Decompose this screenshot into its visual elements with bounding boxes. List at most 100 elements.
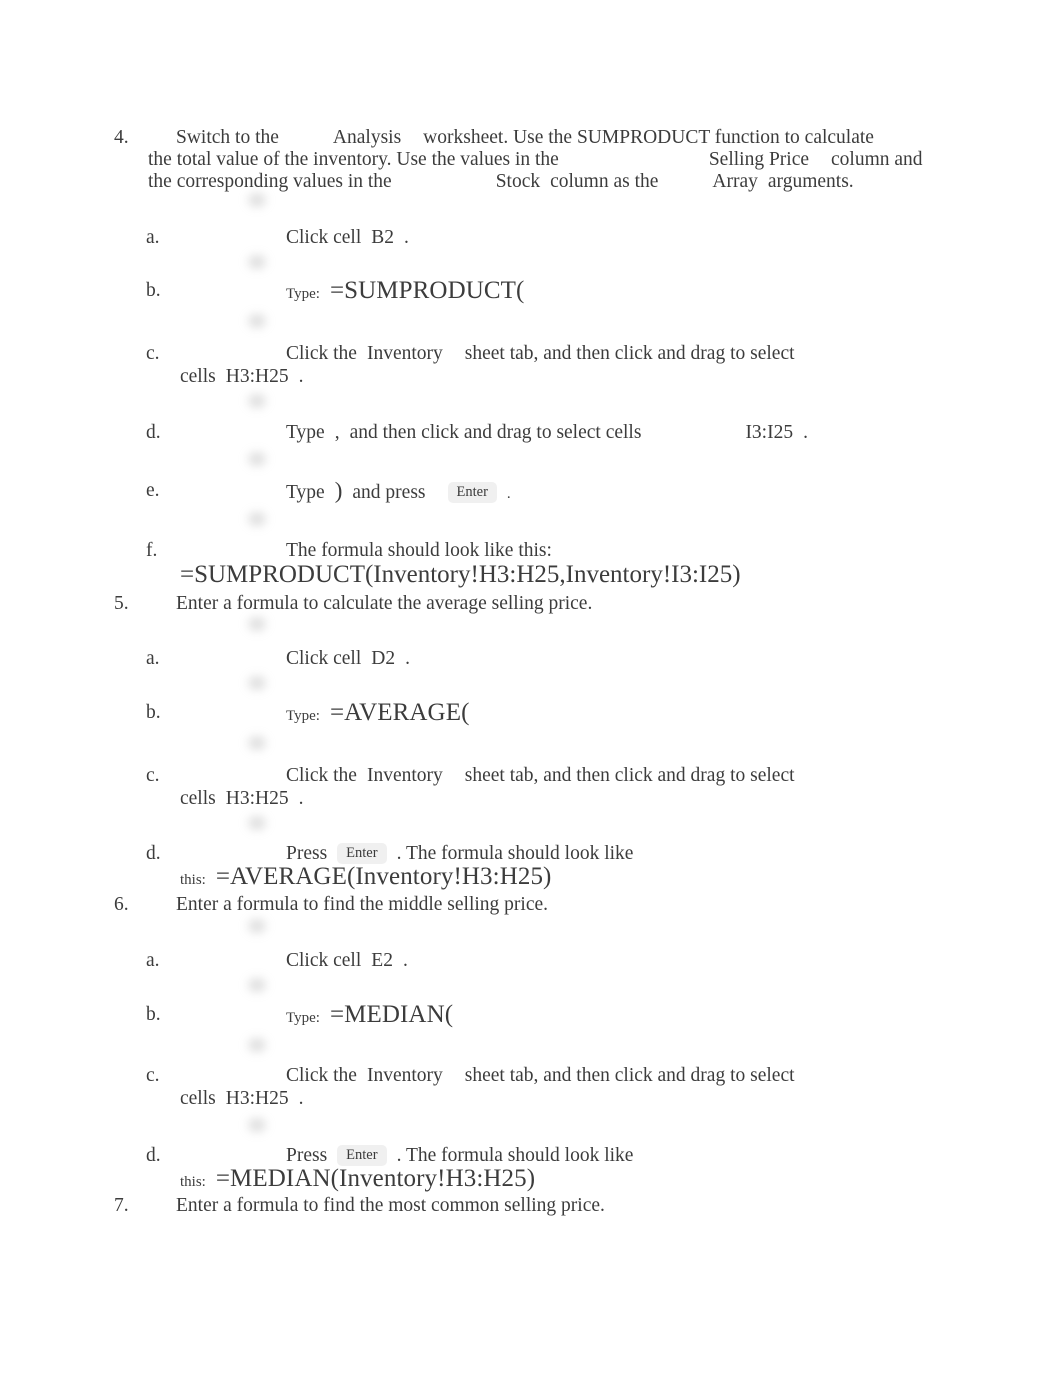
step-4-line3-c: column as the xyxy=(550,171,659,192)
step-5b-marker: b. xyxy=(146,702,161,723)
step-4d: d. Type, and then click and drag to selec… xyxy=(146,420,966,446)
step-6d-wrap: this: =MEDIAN(Inventory!H3:H25) xyxy=(180,1166,535,1195)
step-5: 5. Enter a formula to calculate the aver… xyxy=(114,591,994,616)
blur-artifact xyxy=(244,613,270,635)
step-6b-text: Type: =MEDIAN( xyxy=(286,1002,453,1031)
step-5-text: Enter a formula to calculate the average… xyxy=(176,593,593,614)
step-4-line3: the corresponding values in the Stock colu… xyxy=(148,169,1008,195)
step-5b-label: Type: xyxy=(286,708,320,724)
step-6d-formula: =MEDIAN(Inventory!H3:H25) xyxy=(215,1165,536,1192)
blur-artifact xyxy=(244,251,270,273)
step-6b-label: Type: xyxy=(286,1010,320,1026)
step-4e-lead: Type xyxy=(286,482,325,503)
step-5c-wrap-lead: cells xyxy=(180,788,216,809)
step-6c-lead: Click the xyxy=(286,1065,357,1086)
step-6c-text: Click the Inventory sheet tab, and then cl… xyxy=(286,1063,795,1089)
step-5b-formula: =AVERAGE( xyxy=(329,699,470,726)
enter-key-badge: Enter xyxy=(337,1145,387,1166)
step-4a-marker: a. xyxy=(146,227,160,248)
step-4e-tail: . xyxy=(506,486,511,502)
step-4f-formula: =SUMPRODUCT(Inventory!H3:H25,Inventory!I… xyxy=(180,561,741,588)
step-4d-mid: and then click and drag to select cells xyxy=(349,422,642,443)
step-5-number: 5. xyxy=(114,593,129,614)
step-4c-wrap-tail: . xyxy=(298,366,304,387)
step-5a-target: D2 xyxy=(371,648,396,669)
step-5b: b. Type: =AVERAGE( xyxy=(146,700,946,729)
step-6d-wrap-label: this: xyxy=(180,1174,206,1190)
step-6c-mid: sheet tab, and then click and drag to se… xyxy=(464,1065,795,1086)
blur-artifact xyxy=(244,448,270,470)
step-5d-lead: Press xyxy=(286,843,328,864)
step-4e: e. Type) and press Enter. xyxy=(146,478,966,507)
step-4d-marker: d. xyxy=(146,422,161,443)
step-4a-lead: Click cell xyxy=(286,227,362,248)
step-7: 7. Enter a formula to find the most comm… xyxy=(114,1193,994,1218)
step-4c-wrap-lead: cells xyxy=(180,366,216,387)
step-6-text: Enter a formula to find the middle selli… xyxy=(176,894,549,915)
step-4c-sheet: Inventory xyxy=(366,343,443,364)
step-4a-text: Click cell B2. xyxy=(286,225,409,251)
step-6c-wrap-tail: . xyxy=(298,1088,304,1109)
step-5a-lead: Click cell xyxy=(286,648,362,669)
blur-artifact xyxy=(244,672,270,694)
step-4a: a. Click cell B2. xyxy=(146,225,946,251)
step-5a: a. Click cell D2. xyxy=(146,646,946,672)
step-5c-wrap: cells H3:H25. xyxy=(180,786,303,812)
step-4b-formula: =SUMPRODUCT( xyxy=(329,277,525,304)
step-6c-sheet: Inventory xyxy=(366,1065,443,1086)
step-4b-marker: b. xyxy=(146,280,161,301)
blur-artifact xyxy=(244,390,270,412)
step-4d-lead: Type xyxy=(286,422,325,443)
blur-artifact xyxy=(244,974,270,996)
step-4d-range: I3:I25 xyxy=(745,422,794,443)
step-6a-text: Click cell E2. xyxy=(286,948,408,974)
step-5c-wrap-tail: . xyxy=(298,788,304,809)
step-5a-tail: . xyxy=(405,648,410,669)
step-5d-mid: . The formula should look like xyxy=(396,843,634,864)
step-7-text: Enter a formula to find the most common … xyxy=(176,1195,605,1216)
step-5c-sheet: Inventory xyxy=(366,765,443,786)
step-4-line3-d: Array xyxy=(712,171,758,192)
step-4-line2-c: column and xyxy=(831,149,923,170)
step-4c-range: H3:H25 xyxy=(225,366,289,387)
step-4f-formula-line: =SUMPRODUCT(Inventory!H3:H25,Inventory!I… xyxy=(180,560,741,590)
step-5c-range: H3:H25 xyxy=(225,788,289,809)
step-6-number: 6. xyxy=(114,894,129,915)
step-4b-text: Type: =SUMPRODUCT( xyxy=(286,278,524,307)
step-6c-wrap: cells H3:H25. xyxy=(180,1086,303,1112)
step-5c-text: Click the Inventory sheet tab, and then cl… xyxy=(286,763,795,789)
step-4-line1-a: Switch to the xyxy=(176,127,279,148)
step-5c-mid: sheet tab, and then click and drag to se… xyxy=(464,765,795,786)
step-4f-lead: The formula should look like this: xyxy=(286,540,552,561)
step-4d-tail: . xyxy=(803,422,808,443)
blur-artifact xyxy=(244,508,270,530)
step-4-line3-e: arguments. xyxy=(767,171,854,192)
blur-artifact xyxy=(244,915,270,937)
step-6d-mid: . The formula should look like xyxy=(396,1145,634,1166)
step-4-line3-a: the corresponding values in the xyxy=(148,171,392,192)
step-4a-tail: . xyxy=(404,227,409,248)
step-4-line1-b: Analysis xyxy=(332,127,402,148)
step-5c-lead: Click the xyxy=(286,765,357,786)
step-4b-label: Type: xyxy=(286,286,320,302)
step-6a-marker: a. xyxy=(146,950,160,971)
step-5a-text: Click cell D2. xyxy=(286,646,410,672)
step-6a-tail: . xyxy=(402,950,408,971)
step-5d-formula: =AVERAGE(Inventory!H3:H25) xyxy=(215,863,552,890)
blur-artifact xyxy=(244,812,270,834)
step-4e-text: Type) and press Enter. xyxy=(286,478,511,507)
step-5d-wrap-label: this: xyxy=(180,872,206,888)
blur-artifact xyxy=(244,1114,270,1136)
step-6c-wrap-lead: cells xyxy=(180,1088,216,1109)
step-4-line3-b: Stock xyxy=(495,171,541,192)
step-5b-text: Type: =AVERAGE( xyxy=(286,700,470,729)
blur-artifact xyxy=(244,1034,270,1056)
step-6a-target: E2 xyxy=(371,950,393,971)
step-6c-range: H3:H25 xyxy=(225,1088,289,1109)
document-page: 4. Switch to the Analysis worksheet. Use t… xyxy=(0,0,1062,1376)
step-4c-lead: Click the xyxy=(286,343,357,364)
step-6a-lead: Click cell xyxy=(286,950,362,971)
step-4-line2-b: Selling Price xyxy=(708,149,810,170)
step-6a: a. Click cell E2. xyxy=(146,948,946,974)
step-4c-mid: sheet tab, and then click and drag to se… xyxy=(464,343,795,364)
